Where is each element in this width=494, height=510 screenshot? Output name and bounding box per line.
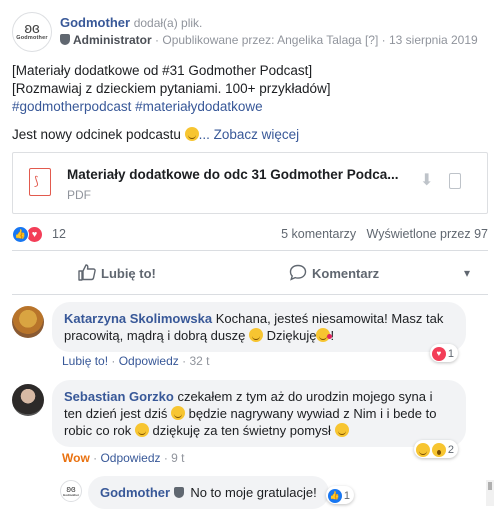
reply-reaction-count: 1 xyxy=(343,489,350,502)
comment-bubble-icon xyxy=(289,264,307,281)
comment-wow-link[interactable]: Wow xyxy=(62,451,90,465)
comment-actions: Lubię to! · Odpowiedz · 32 t xyxy=(62,354,210,368)
comment-reaction-count: 2 xyxy=(447,443,454,456)
comment-bubble: Sebastian Gorzko czekałem z tym aż do ur… xyxy=(52,380,466,447)
post-teaser-line: Jest nowy odcinek podcastu ... Zobacz wi… xyxy=(12,126,482,144)
commenter-name[interactable]: Sebastian Gorzko xyxy=(64,389,174,404)
godmother-logo-icon: ʚɞ xyxy=(24,20,40,37)
divider xyxy=(12,250,488,251)
smile-emoji-icon xyxy=(184,127,199,141)
like-button-label: Lubię to! xyxy=(101,266,156,281)
like-button[interactable]: Lubię to! xyxy=(78,264,156,281)
comment-text: dzień jest dziś xyxy=(85,406,168,421)
smile-emoji-icon xyxy=(334,423,349,437)
comment-reply-link[interactable]: Odpowiedz xyxy=(100,451,160,465)
smile-emoji-icon xyxy=(249,328,263,342)
comment-item: Katarzyna Skolimowska Kochana, jesteś ni… xyxy=(12,302,488,372)
reply-text: No to moje gratulacje! xyxy=(190,485,317,500)
attachment-type: PDF xyxy=(67,188,91,202)
post-text-line-2: [Rozmawiaj z dzieckiem pytaniami. 100+ p… xyxy=(12,81,331,96)
comment-item: Sebastian Gorzko czekałem z tym aż do ur… xyxy=(12,380,488,468)
thumbs-up-icon xyxy=(78,264,96,281)
reaction-count[interactable]: 12 xyxy=(52,227,66,241)
post-text-line-1: [Materiały dodatkowe od #31 Godmother Po… xyxy=(12,63,313,78)
file-attachment[interactable]: Materiały dodatkowe do odc 31 Godmother … xyxy=(12,152,488,214)
post-actions: Lubię to! Komentarz ▾ xyxy=(12,258,488,290)
like-reaction-icon[interactable]: 👍 xyxy=(12,226,29,243)
published-by: Opublikowane przez: Angelika Talaga xyxy=(162,33,362,47)
comment-bubble: Katarzyna Skolimowska Kochana, jesteś ni… xyxy=(52,302,466,352)
smile-emoji-icon xyxy=(134,423,149,437)
download-icon[interactable]: ⬇ xyxy=(420,173,434,189)
wow-reaction-icon xyxy=(431,442,446,457)
comment-reactions[interactable]: ♥ 1 xyxy=(429,344,458,362)
views-count[interactable]: Wyświetlone przez 97 xyxy=(367,227,488,241)
author-line: Godmother dodał(a) plik. xyxy=(60,15,202,30)
comment-reply-link[interactable]: Odpowiedz xyxy=(119,354,179,368)
reply-reactions[interactable]: 👍 1 xyxy=(325,486,354,504)
post-date[interactable]: 13 sierpnia 2019 xyxy=(389,33,478,47)
avatar-logo-text: Godmother xyxy=(62,493,80,497)
post-teaser: Jest nowy odcinek podcastu xyxy=(12,127,181,142)
comment-text: pracowitą, mądrą i dobrą duszę xyxy=(64,328,246,343)
comment-time[interactable]: 32 t xyxy=(189,354,209,368)
comment-like-link[interactable]: Lubię to! xyxy=(62,354,108,368)
role-badge: Administrator xyxy=(73,33,152,47)
attachment-title[interactable]: Materiały dodatkowe do odc 31 Godmother … xyxy=(67,167,399,182)
avatar[interactable] xyxy=(12,306,44,338)
post-body: [Materiały dodatkowe od #31 Godmother Po… xyxy=(12,62,482,144)
reactions-summary: 👍 ♥ 12 5 komentarzy Wyświetlone przez 97 xyxy=(12,224,488,244)
love-reaction-icon: ♥ xyxy=(431,346,446,361)
comment-reactions[interactable]: 2 xyxy=(413,440,458,458)
post-meta: Administrator · Opublikowane przez: Ange… xyxy=(60,33,478,47)
comment-actions: Wow · Odpowiedz · 9 t xyxy=(62,451,185,465)
preview-document-icon[interactable] xyxy=(449,173,461,189)
author-action: dodał(a) plik. xyxy=(133,16,203,30)
comment-text: Kochana, jesteś niesamowita! Masz tak xyxy=(215,311,444,326)
avatar[interactable]: ʚɞ Godmother xyxy=(60,480,82,502)
pdf-file-icon xyxy=(29,168,51,196)
divider xyxy=(12,294,488,295)
comment-button-label: Komentarz xyxy=(312,266,380,281)
reply-bubble: Godmother No to moje gratulacje! xyxy=(88,476,329,509)
comments-views-summary: 5 komentarzy Wyświetlone przez 97 xyxy=(281,227,488,241)
smile-reaction-icon xyxy=(415,442,430,457)
like-reaction-icon: 👍 xyxy=(327,488,342,503)
reaction-chooser-dropdown[interactable]: ▾ xyxy=(464,266,470,280)
post-hashtags[interactable]: #godmotherpodcast #materiałydodatkowe xyxy=(12,98,482,116)
kiss-emoji-icon xyxy=(316,328,333,342)
godmother-logo-icon: ʚɞ xyxy=(66,484,76,494)
comment-text: Dziękuję xyxy=(266,328,317,343)
page-avatar[interactable]: ʚɞ Godmother xyxy=(12,12,52,52)
admin-shield-icon xyxy=(60,34,70,45)
comments-count-link[interactable]: 5 komentarzy xyxy=(281,227,356,241)
see-more-link[interactable]: ... Zobacz więcej xyxy=(199,127,300,142)
avatar[interactable] xyxy=(12,384,44,416)
comment-text: co rok xyxy=(95,423,132,438)
avatar-logo-text: Godmother xyxy=(16,35,48,41)
comment-button[interactable]: Komentarz xyxy=(289,264,379,281)
comment-text: dziękuję za ten świetny pomysł xyxy=(152,423,331,438)
commenter-name[interactable]: Katarzyna Skolimowska xyxy=(64,311,212,326)
comment-reaction-count: 1 xyxy=(447,347,454,360)
help-mark[interactable]: [?] xyxy=(365,33,378,47)
reply-author[interactable]: Godmother xyxy=(100,485,170,500)
post-header: ʚɞ Godmother Godmother dodał(a) plik. Ad… xyxy=(12,12,494,52)
author-name[interactable]: Godmother xyxy=(60,15,130,30)
smile-emoji-icon xyxy=(170,406,185,420)
chevron-down-icon: ▾ xyxy=(463,266,470,280)
comment-time[interactable]: 9 t xyxy=(171,451,184,465)
admin-shield-icon xyxy=(173,487,184,498)
scrollbar[interactable] xyxy=(486,480,494,506)
